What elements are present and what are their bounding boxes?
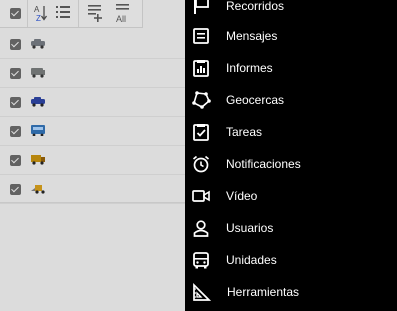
sort-az-a: A [34, 5, 40, 14]
add-all-icon[interactable]: All [113, 2, 135, 24]
menu-item-label: Recorridos [226, 0, 285, 13]
unit-visibility-checkbox[interactable] [10, 39, 21, 50]
unit-visibility-checkbox[interactable] [10, 97, 21, 108]
menu-item-geocercas[interactable]: Geocercas [185, 84, 397, 116]
menu-item-video[interactable]: Vídeo [185, 180, 397, 212]
unit-row[interactable] [0, 29, 185, 59]
menu-item-unidades[interactable]: Unidades [185, 244, 397, 276]
unit-row[interactable] [0, 58, 185, 88]
unit-visibility-checkbox[interactable] [10, 126, 21, 137]
unit-row[interactable] [0, 87, 185, 117]
sort-az-z: Z [36, 14, 41, 22]
menu-item-label: Herramientas [227, 285, 300, 299]
menu-item-mensajes[interactable]: Mensajes [185, 20, 397, 52]
menu-item-label: Mensajes [226, 29, 278, 43]
report-icon [193, 60, 209, 77]
menu-item-label: Tareas [226, 125, 263, 139]
user-icon [193, 220, 209, 237]
list-view-icon[interactable] [56, 5, 70, 20]
video-icon [192, 190, 210, 202]
unit-list-panel: A Z All [0, 0, 185, 311]
toolbar-divider [27, 0, 28, 27]
car-blue-icon [31, 97, 45, 107]
menu-item-informes[interactable]: Informes [185, 52, 397, 84]
list-toolbar: A Z All [0, 0, 143, 28]
unit-row[interactable] [0, 174, 185, 204]
ruler-icon [193, 282, 211, 301]
alarm-clock-icon [192, 155, 210, 173]
menu-item-label: Geocercas [226, 93, 285, 107]
bus-icon [193, 252, 209, 269]
truck-yellow-icon [31, 155, 45, 165]
menu-item-tareas[interactable]: Tareas [185, 116, 397, 148]
geofence-icon [192, 91, 211, 109]
main-menu: Recorridos Mensajes Informes Geocercas T… [185, 0, 397, 311]
menu-item-label: Unidades [226, 253, 277, 267]
unit-visibility-checkbox[interactable] [10, 155, 21, 166]
menu-item-usuarios[interactable]: Usuarios [185, 212, 397, 244]
unit-visibility-checkbox[interactable] [10, 184, 21, 195]
sort-az-icon[interactable]: A Z [33, 4, 49, 23]
message-icon [193, 28, 209, 44]
toolbar-divider [78, 0, 79, 27]
loader-yellow-icon [31, 185, 45, 194]
menu-item-recorridos[interactable]: Recorridos [185, 0, 397, 22]
unit-row[interactable] [0, 145, 185, 175]
unit-visibility-checkbox[interactable] [10, 68, 21, 79]
menu-item-notificaciones[interactable]: Notificaciones [185, 148, 397, 180]
menu-item-label: Informes [226, 61, 273, 75]
bus-blue-icon [31, 125, 45, 136]
task-icon [193, 124, 209, 141]
menu-item-label: Notificaciones [226, 157, 301, 171]
select-all-checkbox[interactable] [10, 8, 21, 19]
unit-row[interactable] [0, 116, 185, 146]
add-to-list-icon[interactable] [87, 3, 103, 23]
flag-icon [194, 0, 209, 14]
list-end-divider [0, 202, 185, 203]
menu-item-label: Usuarios [226, 221, 274, 235]
menu-item-herramientas[interactable]: Herramientas [185, 276, 397, 308]
menu-item-label: Vídeo [226, 189, 258, 203]
add-all-label: All [116, 14, 126, 24]
van-grey-icon [31, 68, 45, 78]
car-grey-icon [31, 39, 45, 49]
